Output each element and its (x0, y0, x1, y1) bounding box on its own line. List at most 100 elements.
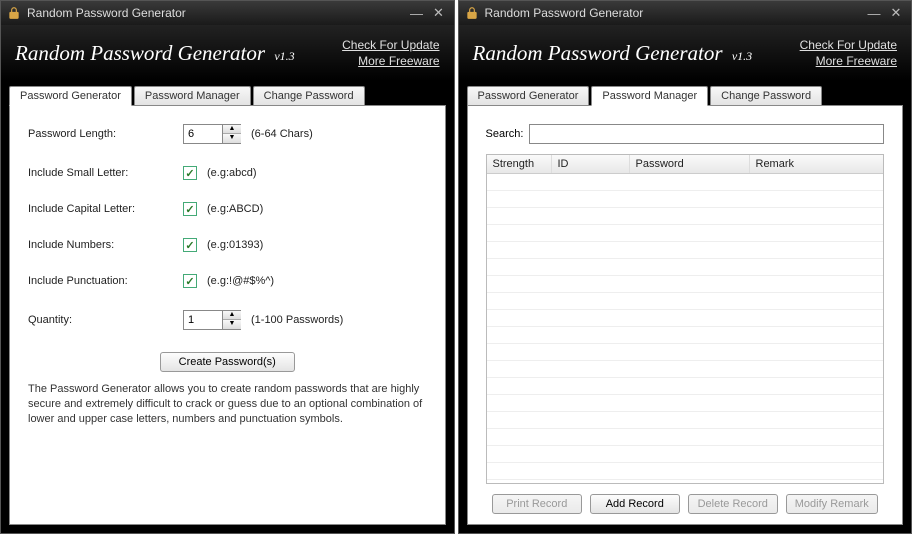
search-row: Search: (486, 124, 885, 144)
window-manager: Random Password Generator — ✕ Random Pas… (458, 0, 913, 534)
tab-bar: Password Generator Password Manager Chan… (1, 81, 454, 105)
row-capital: Include Capital Letter: (e.g:ABCD) (28, 202, 427, 216)
minimize-button[interactable]: — (408, 5, 426, 21)
tab-change-password[interactable]: Change Password (710, 86, 822, 106)
tab-password-generator[interactable]: Password Generator (9, 86, 132, 106)
table-row[interactable] (487, 412, 884, 429)
punct-hint: (e.g:!@#$%^) (207, 275, 274, 287)
table-row[interactable] (487, 225, 884, 242)
close-button[interactable]: ✕ (430, 5, 448, 21)
length-hint: (6-64 Chars) (251, 128, 313, 140)
tab-change-password[interactable]: Change Password (253, 86, 365, 106)
check-update-link[interactable]: Check For Update (800, 37, 897, 53)
numbers-hint: (e.g:01393) (207, 239, 263, 251)
header-links: Check For Update More Freeware (342, 37, 439, 69)
table-row[interactable] (487, 208, 884, 225)
table-row[interactable] (487, 191, 884, 208)
app-title-text: Random Password Generator (473, 41, 723, 65)
numbers-label: Include Numbers: (28, 239, 183, 251)
length-input[interactable] (184, 125, 222, 143)
app-version: v1.3 (274, 49, 294, 63)
table-row[interactable] (487, 463, 884, 480)
window-generator: Random Password Generator — ✕ Random Pas… (0, 0, 455, 534)
app-title: Random Password Generator v1.3 (473, 41, 800, 66)
records-table: Strength ID Password Remark (486, 154, 885, 484)
app-header: Random Password Generator v1.3 Check For… (1, 25, 454, 81)
row-quantity: Quantity: ▲ ▼ (1-100 Passwords) (28, 310, 427, 330)
table-row[interactable] (487, 293, 884, 310)
close-button[interactable]: ✕ (887, 5, 905, 21)
row-punctuation: Include Punctuation: (e.g:!@#$%^) (28, 274, 427, 288)
create-password-button[interactable]: Create Password(s) (160, 352, 295, 372)
qty-hint: (1-100 Passwords) (251, 314, 343, 326)
header-links: Check For Update More Freeware (800, 37, 897, 69)
row-small: Include Small Letter: (e.g:abcd) (28, 166, 427, 180)
tab-password-generator[interactable]: Password Generator (467, 86, 590, 106)
capital-checkbox[interactable] (183, 202, 197, 216)
table-row[interactable] (487, 395, 884, 412)
table-row[interactable] (487, 310, 884, 327)
col-id[interactable]: ID (552, 155, 630, 173)
titlebar: Random Password Generator — ✕ (1, 1, 454, 25)
length-step-up[interactable]: ▲ (223, 125, 241, 134)
titlebar: Random Password Generator — ✕ (459, 1, 912, 25)
punct-checkbox[interactable] (183, 274, 197, 288)
small-checkbox[interactable] (183, 166, 197, 180)
tab-password-manager[interactable]: Password Manager (134, 86, 251, 106)
qty-step-up[interactable]: ▲ (223, 311, 241, 320)
tab-bar: Password Generator Password Manager Chan… (459, 81, 912, 105)
length-label: Password Length: (28, 128, 183, 140)
tab-password-manager[interactable]: Password Manager (591, 86, 708, 106)
description-text: The Password Generator allows you to cre… (28, 382, 427, 427)
table-row[interactable] (487, 242, 884, 259)
search-input[interactable] (529, 124, 884, 144)
minimize-button[interactable]: — (865, 5, 883, 21)
app-title-text: Random Password Generator (15, 41, 265, 65)
table-row[interactable] (487, 429, 884, 446)
row-length: Password Length: ▲ ▼ (6-64 Chars) (28, 124, 427, 144)
delete-record-button[interactable]: Delete Record (688, 494, 778, 514)
app-header: Random Password Generator v1.3 Check For… (459, 25, 912, 81)
table-row[interactable] (487, 361, 884, 378)
app-title: Random Password Generator v1.3 (15, 41, 342, 66)
window-title: Random Password Generator (27, 6, 404, 20)
modify-remark-button[interactable]: Modify Remark (786, 494, 878, 514)
table-row[interactable] (487, 446, 884, 463)
app-version: v1.3 (732, 49, 752, 63)
qty-label: Quantity: (28, 314, 183, 326)
length-step-down[interactable]: ▼ (223, 134, 241, 143)
search-label: Search: (486, 128, 524, 140)
small-hint: (e.g:abcd) (207, 167, 257, 179)
add-record-button[interactable]: Add Record (590, 494, 680, 514)
table-row[interactable] (487, 378, 884, 395)
length-stepper[interactable]: ▲ ▼ (183, 124, 241, 144)
lock-icon (7, 6, 21, 20)
check-update-link[interactable]: Check For Update (342, 37, 439, 53)
numbers-checkbox[interactable] (183, 238, 197, 252)
button-row: Print Record Add Record Delete Record Mo… (486, 494, 885, 514)
col-strength[interactable]: Strength (487, 155, 552, 173)
capital-label: Include Capital Letter: (28, 203, 183, 215)
table-row[interactable] (487, 327, 884, 344)
col-password[interactable]: Password (630, 155, 750, 173)
print-record-button[interactable]: Print Record (492, 494, 582, 514)
qty-input[interactable] (184, 311, 222, 329)
table-row[interactable] (487, 344, 884, 361)
punct-label: Include Punctuation: (28, 275, 183, 287)
col-remark[interactable]: Remark (750, 155, 884, 173)
generator-panel: Password Length: ▲ ▼ (6-64 Chars) Includ… (9, 105, 446, 525)
window-title: Random Password Generator (485, 6, 862, 20)
qty-step-down[interactable]: ▼ (223, 320, 241, 329)
manager-panel: Search: Strength ID Password Remark (467, 105, 904, 525)
capital-hint: (e.g:ABCD) (207, 203, 263, 215)
table-row[interactable] (487, 259, 884, 276)
lock-icon (465, 6, 479, 20)
table-row[interactable] (487, 174, 884, 191)
table-body[interactable] (487, 174, 884, 480)
table-header: Strength ID Password Remark (487, 155, 884, 174)
table-row[interactable] (487, 276, 884, 293)
more-freeware-link[interactable]: More Freeware (358, 53, 439, 69)
row-numbers: Include Numbers: (e.g:01393) (28, 238, 427, 252)
more-freeware-link[interactable]: More Freeware (816, 53, 897, 69)
qty-stepper[interactable]: ▲ ▼ (183, 310, 241, 330)
